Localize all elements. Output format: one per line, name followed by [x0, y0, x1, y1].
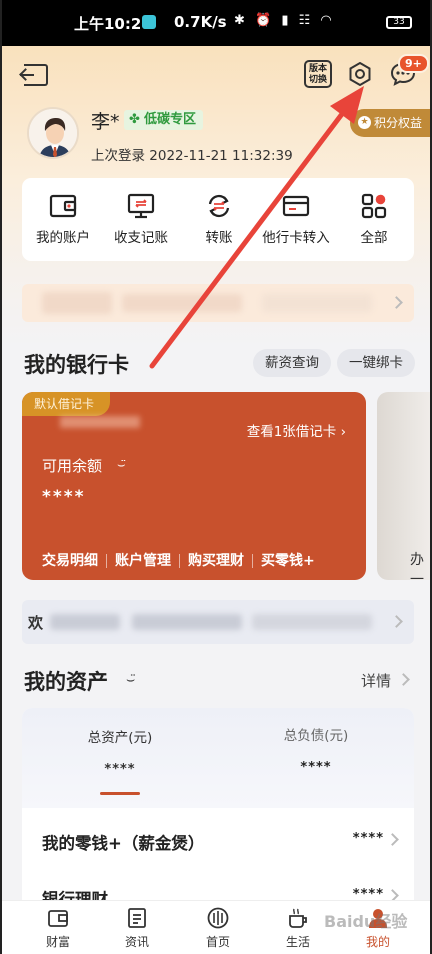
blurred-content	[50, 614, 120, 630]
quick-item-label: 全部	[360, 230, 388, 246]
balance-label: 可用余额	[42, 457, 103, 475]
buy-wealth-button[interactable]: 购买理财	[180, 554, 253, 568]
baidu-watermark: Baidu经验	[324, 912, 408, 931]
message-badge: 9+	[398, 54, 429, 73]
total-liabilities-value: ****	[300, 760, 332, 775]
account-management-button[interactable]: 账户管理	[107, 554, 180, 568]
user-name: 李*	[91, 111, 120, 133]
blurred-content	[132, 614, 242, 630]
blurred-content	[252, 614, 372, 630]
points-benefits-button[interactable]: ★ 积分权益	[350, 109, 430, 137]
salary-query-button[interactable]: 薪资查询	[253, 349, 331, 377]
transaction-details-button[interactable]: 交易明细	[40, 554, 107, 568]
quick-menu: 我的账户 收支记账 转账 他行卡转入 全部	[22, 178, 414, 261]
tab-life[interactable]: 生活	[268, 907, 328, 950]
transfer-icon	[208, 194, 230, 218]
tab-label: 资讯	[124, 935, 149, 949]
tab-news[interactable]: 资讯	[107, 907, 167, 950]
notice-text: 欢	[28, 614, 44, 632]
wallet-icon	[49, 194, 77, 218]
bank-logo-icon	[207, 907, 229, 929]
news-icon	[128, 908, 146, 928]
balance-value: ****	[42, 487, 86, 507]
asset-row-title: 我的零钱+（薪金煲）	[42, 834, 205, 853]
version-switch-button[interactable]: 版本 切换	[304, 60, 332, 88]
debit-card[interactable]: 默认借记卡 查看1张借记卡 › 可用余额 ⌣̈ **** 交易明细 账户管理 购…	[22, 392, 366, 580]
total-assets-value: ****	[104, 762, 136, 777]
tab-label: 我的	[365, 935, 390, 949]
total-liabilities-label: 总负债(元)	[283, 728, 349, 744]
tab-label: 首页	[205, 935, 230, 949]
tab-wealth[interactable]: 财富	[28, 907, 88, 950]
quick-item-all[interactable]: 全部	[334, 192, 414, 246]
exit-icon[interactable]	[20, 64, 48, 86]
avatar[interactable]	[27, 107, 79, 159]
monitor-icon	[127, 193, 155, 219]
status-bar: 上午10:20 0.7K/s ✱ ⏰ ▮ ☷ ◠ 33	[2, 0, 430, 46]
quick-item-label: 转账	[205, 230, 233, 246]
chevron-right-icon	[390, 296, 403, 309]
points-label: 积分权益	[374, 116, 423, 130]
total-assets-label: 总资产(元)	[87, 730, 153, 746]
details-label: 详情	[361, 672, 392, 690]
eye-closed-icon[interactable]: ⌣̈	[117, 458, 126, 473]
active-tab-indicator	[100, 792, 140, 795]
tab-home[interactable]: 首页	[188, 907, 248, 950]
eye-closed-icon[interactable]: ⌣̈	[126, 672, 135, 688]
bank-cards-title: 我的银行卡	[24, 353, 129, 377]
quick-item-transfer[interactable]: 转账	[179, 192, 259, 246]
tab-label: 财富	[45, 935, 70, 949]
quick-item-label: 我的账户	[36, 230, 90, 246]
assets-details-link[interactable]: 详情	[361, 670, 391, 691]
apply-card-label: 办一	[410, 552, 424, 588]
promo-banner[interactable]	[22, 284, 414, 322]
wallet-icon	[48, 910, 68, 927]
quick-item-my-account[interactable]: 我的账户	[23, 192, 103, 246]
assets-title: 我的资产	[24, 670, 108, 694]
apply-card-preview[interactable]: 办一	[377, 392, 430, 588]
chevron-right-icon	[390, 615, 403, 628]
quick-item-bookkeeping[interactable]: 收支记账	[101, 192, 181, 246]
settings-icon[interactable]	[348, 62, 372, 86]
low-carbon-zone-badge[interactable]: ✤ 低碳专区	[124, 110, 204, 130]
quick-item-label: 收支记账	[114, 230, 168, 246]
buy-change-plus-button[interactable]: 买零钱+	[253, 554, 323, 568]
blurred-card-number	[60, 416, 140, 428]
clover-icon: ✤	[129, 112, 140, 127]
low-carbon-label: 低碳专区	[144, 112, 197, 127]
grid-icon	[361, 193, 387, 219]
total-assets[interactable]: 总资产(元) ****	[22, 726, 218, 777]
card-actions: 交易明细 账户管理 购买理财 买零钱+	[40, 554, 323, 568]
view-cards-label: 查看1张借记卡	[246, 424, 337, 440]
blurred-content	[122, 294, 242, 312]
blurred-content	[262, 294, 372, 312]
bind-card-button[interactable]: 一键绑卡	[337, 349, 415, 377]
send-app-icon	[142, 15, 156, 29]
version-switch-label: 版本 切换	[308, 64, 327, 85]
quick-item-other-bank-transfer-in[interactable]: 他行卡转入	[256, 192, 336, 246]
total-liabilities[interactable]: 总负债(元) ****	[218, 724, 414, 775]
status-icons: ✱ ⏰ ▮ ☷ ◠	[234, 13, 335, 28]
card-icon	[282, 195, 310, 217]
notice-bar[interactable]: 欢	[22, 600, 414, 644]
blurred-content	[42, 292, 112, 314]
coffee-icon	[289, 908, 307, 928]
quick-item-label: 他行卡转入	[262, 230, 330, 246]
tab-label: 生活	[285, 935, 310, 949]
star-icon: ★	[358, 116, 371, 129]
asset-row[interactable]: 我的零钱+（薪金煲） ****	[22, 814, 414, 870]
status-time: 上午10:20	[74, 15, 152, 33]
view-debit-cards-link[interactable]: 查看1张借记卡 ›	[247, 420, 346, 440]
last-login-text: 上次登录 2022-11-21 11:32:39	[91, 148, 293, 164]
battery-icon: 33	[386, 16, 412, 29]
default-debit-card-tag: 默认借记卡	[22, 392, 111, 416]
chevron-right-icon	[397, 673, 410, 686]
asset-row-value: ****	[352, 831, 384, 846]
app-screen: 上午10:20 0.7K/s ✱ ⏰ ▮ ☷ ◠ 33 版本 切换 9+ 李* …	[0, 0, 432, 954]
network-speed: 0.7K/s	[174, 13, 227, 31]
chevron-right-icon	[386, 833, 399, 846]
